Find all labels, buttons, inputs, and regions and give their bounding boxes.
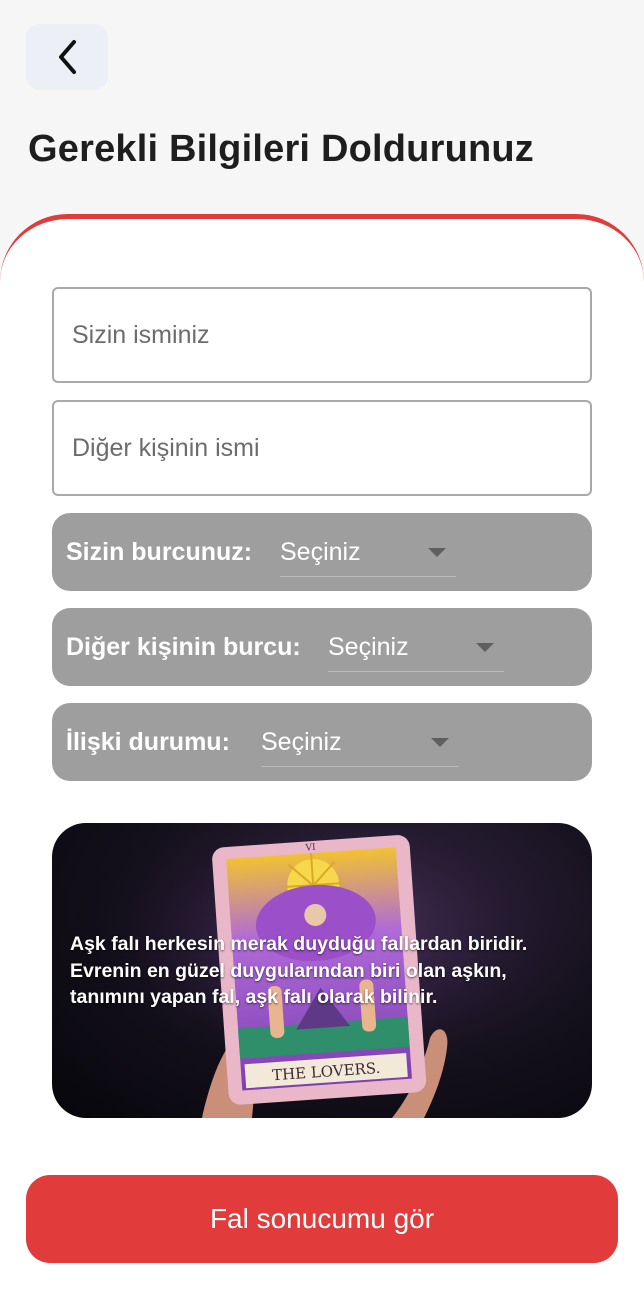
other-zodiac-select[interactable]: Seçiniz [328,624,504,672]
other-zodiac-label: Diğer kişinin burcu: [66,632,301,661]
your-zodiac-value: Seçiniz [280,538,361,566]
see-result-button[interactable]: Fal sonucumu gör [26,1175,618,1263]
other-person-name-input[interactable] [52,400,592,496]
other-zodiac-row: Diğer kişinin burcu: Seçiniz [52,608,592,686]
page-title: Gerekli Bilgileri Doldurunuz [28,128,535,170]
your-zodiac-select[interactable]: Seçiniz [280,529,456,577]
relationship-select[interactable]: Seçiniz [261,719,459,767]
tarot-numeral: VI [304,843,316,854]
your-name-input[interactable] [52,287,592,383]
relationship-value: Seçiniz [261,728,342,756]
love-tarot-description: Aşk falı herkesin merak duyduğu fallarda… [70,933,528,1008]
your-zodiac-label: Sizin burcunuz: [66,537,253,566]
relationship-label: İlişki durumu: [66,727,230,756]
caret-down-icon [476,643,494,652]
caret-down-icon [431,738,449,747]
love-tarot-info-card: VI THE LOVERS. Aşk falı herkesin merak d… [52,823,592,1118]
back-button[interactable] [26,24,108,90]
chevron-left-icon [59,40,76,74]
relationship-row: İlişki durumu: Seçiniz [52,703,592,781]
other-zodiac-value: Seçiniz [328,633,409,661]
your-zodiac-row: Sizin burcunuz: Seçiniz [52,513,592,591]
caret-down-icon [428,548,446,557]
